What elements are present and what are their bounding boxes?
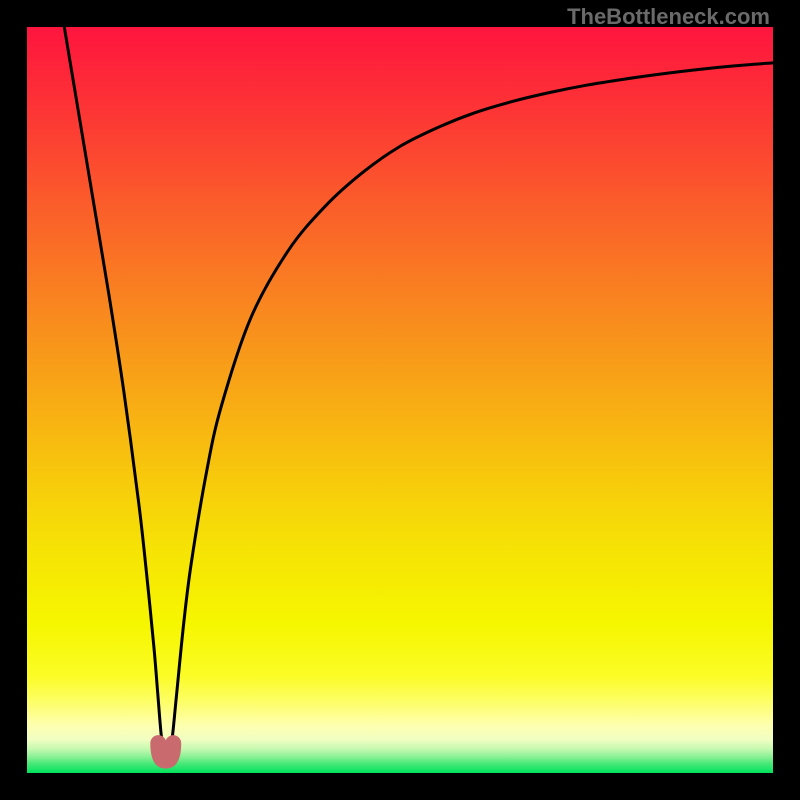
chart-frame: TheBottleneck.com bbox=[0, 0, 800, 800]
plot-area bbox=[27, 27, 773, 773]
plot-svg bbox=[27, 27, 773, 773]
optimum-marker bbox=[151, 736, 181, 768]
gradient-background bbox=[27, 27, 773, 773]
